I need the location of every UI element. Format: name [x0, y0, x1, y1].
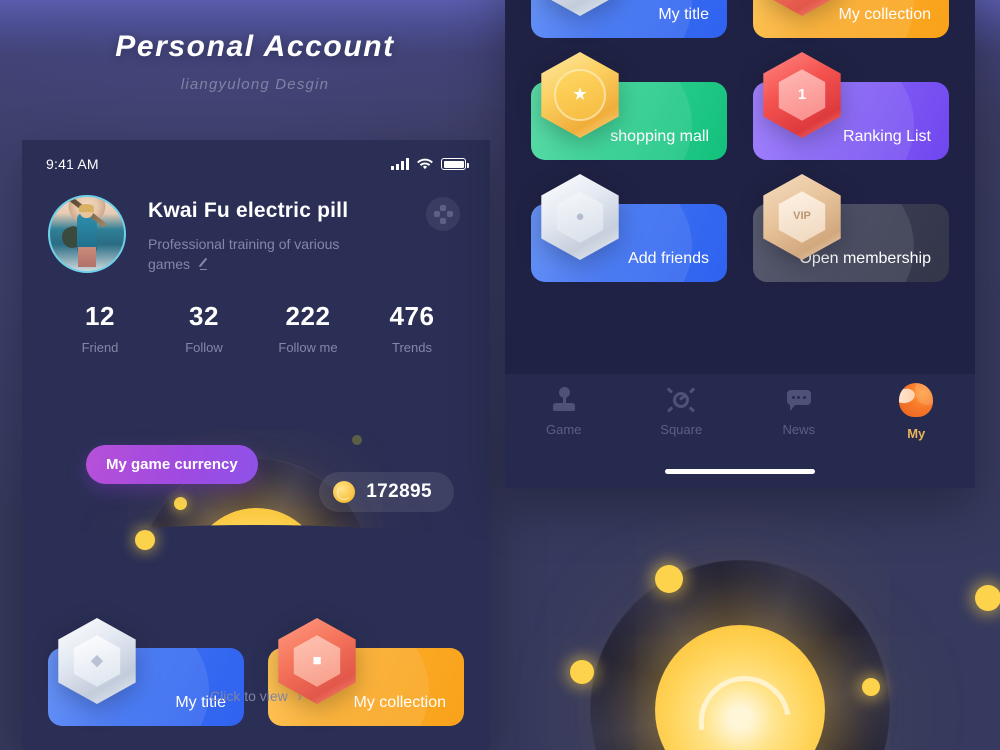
tab-label: News	[782, 422, 815, 437]
gem-glyph: 1	[797, 86, 807, 104]
decorative-dot	[174, 497, 187, 510]
card-label: shopping mall	[610, 128, 709, 145]
currency-curve-overlay	[22, 525, 490, 580]
gem-glyph: VIP	[793, 210, 811, 223]
card-label: My collection	[838, 6, 931, 23]
gem-glyph: ●	[575, 208, 585, 226]
card-label: My title	[658, 6, 709, 23]
gamepad-dpad-icon	[433, 204, 453, 224]
stat-trends[interactable]: 476 Trends	[360, 301, 464, 355]
avatar[interactable]	[48, 195, 126, 273]
status-bar-time: 9:41 AM	[46, 156, 99, 172]
battery-icon	[441, 158, 469, 170]
chevron-right-icon: ›	[297, 689, 303, 704]
phone-mockup-left: 9:41 AM Kwai Fu electric pill Profession…	[22, 140, 490, 750]
stat-value: 32	[189, 300, 219, 331]
status-bar-icons	[391, 158, 469, 170]
gem-glyph: ◆	[91, 652, 103, 670]
stat-value: 12	[85, 300, 115, 331]
add-friend-gem-icon: ●	[537, 174, 623, 260]
gem-glyph: ★	[573, 86, 587, 104]
chat-icon	[786, 387, 812, 413]
vip-gem-icon: VIP	[759, 174, 845, 260]
tab-label: Square	[660, 422, 703, 437]
stat-label: Trends	[392, 339, 432, 355]
diamond-gem-icon: ◆	[537, 0, 623, 16]
podium-gem-icon: 1	[759, 52, 845, 138]
gamepad-button[interactable]	[426, 197, 460, 231]
coin-icon	[333, 481, 356, 503]
decorative-dot	[862, 678, 880, 696]
tab-label: Game	[546, 422, 582, 437]
tab-square[interactable]: Square	[623, 374, 741, 450]
compass-icon	[667, 387, 696, 413]
avatar-icon	[899, 383, 934, 417]
home-indicator	[665, 469, 815, 474]
tab-my[interactable]: My	[858, 374, 976, 450]
coin-balance-value: 172895	[366, 481, 432, 502]
card-my-collection[interactable]: ■ My collection	[268, 618, 464, 726]
tab-game[interactable]: Game	[505, 374, 623, 450]
panel-card-ranking-list[interactable]: 1 Ranking List	[753, 52, 949, 160]
pencil-icon[interactable]	[199, 257, 213, 271]
stat-label: Follow me	[278, 339, 338, 355]
wifi-icon	[417, 158, 433, 170]
signal-bars-icon	[391, 158, 409, 170]
panel-card-my-collection[interactable]: ■ My collection	[753, 0, 949, 38]
card-my-title[interactable]: ◆ My title	[48, 618, 244, 726]
panel-feature-grid: ◆ My title ■ My collection ★	[531, 0, 949, 282]
panel-card-add-friends[interactable]: ● Add friends	[531, 174, 727, 282]
stat-value: 222	[285, 300, 331, 331]
stat-label: Friend	[81, 339, 119, 355]
card-label: Add friends	[628, 250, 709, 267]
profile-name: Kwai Fu electric pill	[148, 199, 349, 222]
profile-stats: 12 Friend 32 Follow 222 Follow me 476 Tr…	[48, 301, 464, 355]
decorative-dot	[655, 565, 683, 593]
page-header: Personal Account liangyulong Desgin	[0, 30, 510, 93]
phone-mockup-right: ◆ My title ■ My collection ★	[505, 0, 975, 488]
stat-follow-me[interactable]: 222 Follow me	[256, 301, 360, 355]
profile-description: Professional training of various games	[148, 234, 363, 275]
page-title: Personal Account	[115, 30, 395, 63]
click-to-view-link[interactable]: Click to view ›	[22, 688, 490, 704]
star-medal-icon: ★	[537, 52, 623, 138]
stat-friend[interactable]: 12 Friend	[48, 301, 152, 355]
gamepad-icon	[551, 387, 577, 413]
decorative-dot	[570, 660, 594, 684]
game-currency-section: My game currency 172895	[22, 430, 490, 580]
decorative-dot	[975, 585, 1000, 611]
panel-card-my-title[interactable]: ◆ My title	[531, 0, 727, 38]
page-subtitle: liangyulong Desgin	[180, 76, 330, 93]
tab-label: My	[907, 426, 926, 441]
phone-feature-cards: ◆ My title ■ My collection	[48, 618, 464, 726]
phone-screen: 9:41 AM Kwai Fu electric pill Profession…	[22, 140, 490, 750]
gem-glyph: ■	[312, 652, 322, 670]
card-label: Ranking List	[842, 128, 931, 145]
profile-description-text: Professional training of various games	[148, 236, 340, 273]
stat-value: 476	[389, 300, 435, 331]
panel-card-shopping-mall[interactable]: ★ shopping mall	[531, 52, 727, 160]
tab-news[interactable]: News	[740, 374, 858, 450]
stat-follow[interactable]: 32 Follow	[152, 301, 256, 355]
bottom-tab-bar: Game Square News My	[505, 374, 975, 488]
decorative-dot	[135, 530, 155, 550]
avatar-hair	[78, 204, 95, 212]
profile-row: Kwai Fu electric pill Professional train…	[48, 195, 464, 275]
folder-gem-icon: ■	[759, 0, 845, 16]
my-game-currency-badge[interactable]: My game currency	[86, 445, 258, 484]
coin-balance-pill[interactable]: 172895	[319, 472, 454, 512]
decorative-dot	[352, 435, 362, 445]
tab-list: Game Square News My	[505, 374, 975, 450]
status-bar: 9:41 AM	[22, 140, 490, 188]
stat-label: Follow	[185, 339, 223, 355]
avatar-legs	[78, 247, 96, 267]
profile-section: Kwai Fu electric pill Professional train…	[22, 195, 490, 355]
panel-card-open-membership[interactable]: VIP Open membership	[753, 174, 949, 282]
click-to-view-label: Click to view	[209, 688, 288, 704]
profile-text: Kwai Fu electric pill Professional train…	[148, 195, 363, 275]
